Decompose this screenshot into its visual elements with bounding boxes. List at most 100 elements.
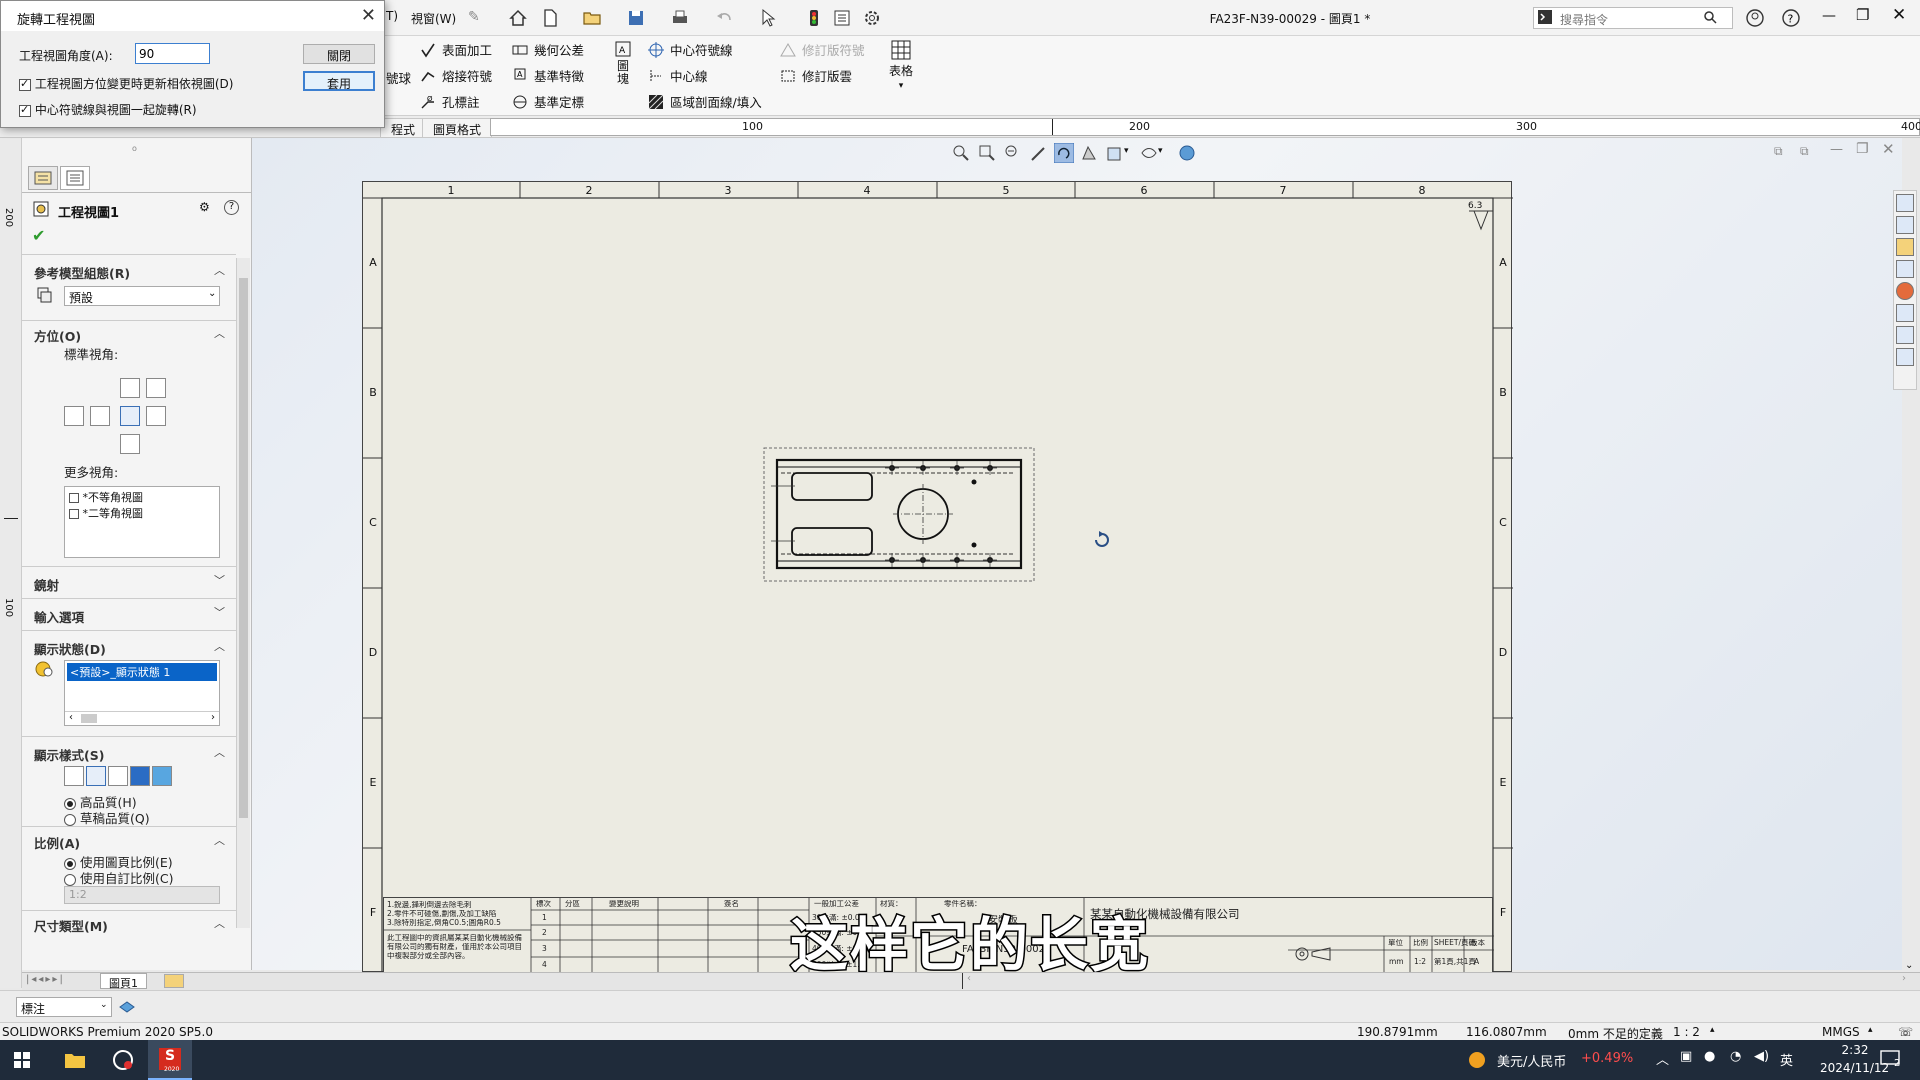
traffic-light-icon[interactable]	[804, 8, 824, 28]
update-dependent-views-option[interactable]: 工程視圖方位變更時更新相依視圖(D)	[19, 75, 233, 92]
file-properties-icon[interactable]	[832, 8, 852, 28]
chevron-down-icon[interactable]: ⌄	[208, 288, 216, 299]
search-icon[interactable]	[1703, 10, 1717, 24]
section-orientation[interactable]: 方位(O)	[34, 326, 81, 345]
scroll-left-icon[interactable]: ‹	[967, 973, 971, 984]
appearances-icon[interactable]	[1896, 282, 1914, 300]
restore-icon[interactable]: ❐	[1856, 6, 1869, 24]
tab-sheet-format[interactable]: 圖頁格式	[422, 118, 493, 137]
zoom-to-fit-icon[interactable]	[952, 144, 970, 162]
scale-custom-option[interactable]: 使用自訂比例(C)	[64, 868, 173, 887]
tile-left-icon[interactable]: ⧉	[1774, 144, 1783, 159]
collapse-icon[interactable]: ︿	[214, 915, 225, 931]
currency-pair[interactable]: 美元/人民币	[1497, 1051, 1566, 1070]
section-mirror[interactable]: 鏡射	[34, 575, 59, 594]
ok-checkmark-icon[interactable]: ✔	[32, 226, 45, 245]
view-current-button[interactable]	[120, 406, 140, 426]
checkbox[interactable]	[69, 509, 79, 519]
pin-icon[interactable]: ✎	[468, 9, 480, 25]
ribbon-area-hatch[interactable]: 區域剖面線/填入	[648, 92, 762, 111]
new-document-icon[interactable]	[540, 8, 560, 28]
view-top-button[interactable]	[90, 406, 110, 426]
minimize-icon[interactable]: —	[1822, 8, 1836, 24]
rotate-center-marks-option[interactable]: 中心符號線與視圖一起旋轉(R)	[19, 101, 197, 118]
config-select[interactable]: 預設	[64, 286, 220, 306]
ribbon-hole-callout[interactable]: Ø 孔標註	[420, 92, 480, 111]
chat-icon[interactable]	[1896, 348, 1914, 366]
checkbox[interactable]	[69, 493, 79, 503]
wifi-icon[interactable]: ◔	[1730, 1049, 1741, 1064]
select-arrow-icon[interactable]	[758, 8, 778, 28]
chevron-down-icon[interactable]: ▾	[1124, 146, 1129, 156]
collapse-icon[interactable]: ︿	[214, 325, 225, 341]
ribbon-geometric-tolerance[interactable]: 幾何公差	[512, 40, 584, 59]
detailed-preview-icon[interactable]: ⚙	[199, 200, 210, 214]
undo-icon[interactable]	[714, 8, 734, 28]
file-explorer-icon[interactable]	[1896, 238, 1914, 256]
checkbox[interactable]	[19, 103, 31, 117]
shaded-style-button[interactable]	[152, 766, 172, 786]
custom-properties-icon[interactable]	[1896, 304, 1914, 322]
unit-system[interactable]: MMGS	[1822, 1025, 1860, 1039]
user-account-icon[interactable]	[1745, 8, 1765, 28]
sheet-scale[interactable]: 1 : 2	[1673, 1025, 1700, 1039]
chevron-down-icon[interactable]: ▾	[1158, 146, 1163, 156]
ribbon-datum-target[interactable]: 基準定標	[512, 92, 584, 111]
scroll-down-icon[interactable]: ⌄	[1905, 960, 1913, 971]
settings-gear-icon[interactable]	[862, 8, 882, 28]
property-manager-tab[interactable]	[60, 166, 90, 190]
view-orientation-icon[interactable]	[1106, 144, 1124, 162]
minimize-document-icon[interactable]: —	[1830, 142, 1843, 157]
collapse-icon[interactable]: ︿	[214, 638, 225, 654]
zoom-area-icon[interactable]	[978, 144, 996, 162]
ribbon-balloon-cut[interactable]: 號球	[386, 68, 411, 87]
save-icon[interactable]	[626, 8, 646, 28]
view-left-button[interactable]	[64, 406, 84, 426]
expand-icon[interactable]: ﹀	[214, 572, 225, 588]
section-display-style[interactable]: 顯示樣式(S)	[34, 745, 104, 764]
view-palette-icon[interactable]	[1896, 260, 1914, 278]
clock-time[interactable]: 2:32	[1822, 1043, 1888, 1057]
open-folder-icon[interactable]	[582, 8, 602, 28]
close-window-icon[interactable]: ✕	[1892, 5, 1906, 25]
section-scale[interactable]: 比例(A)	[34, 833, 80, 852]
collapse-icon[interactable]: ︿	[214, 262, 225, 278]
angle-input[interactable]	[135, 43, 210, 64]
design-library-icon[interactable]	[1896, 216, 1914, 234]
table-dropdown-icon[interactable]: ▾	[888, 81, 914, 91]
display-state-item[interactable]: <預設>_顯示狀態 1	[67, 663, 217, 681]
restore-document-icon[interactable]: ❐	[1856, 141, 1869, 157]
expand-icon[interactable]: ﹀	[214, 604, 225, 620]
section-import-options[interactable]: 輸入選項	[34, 607, 84, 626]
stock-widget-icon[interactable]	[1467, 1050, 1487, 1070]
checkbox[interactable]	[19, 77, 31, 91]
file-explorer-icon[interactable]	[64, 1050, 86, 1070]
list-item[interactable]: *不等角視圖	[83, 491, 144, 504]
menu-window[interactable]: 視窗(W)	[411, 10, 456, 27]
tab-splitter[interactable]	[962, 973, 963, 989]
quick-tips-icon[interactable]: ☏	[1898, 1025, 1913, 1039]
section-ref-config[interactable]: 參考模型組態(R)	[34, 263, 130, 282]
volume-icon[interactable]: ◀)	[1754, 1049, 1769, 1064]
shaded-edges-style-button[interactable]	[130, 766, 150, 786]
windows-start-icon[interactable]	[14, 1052, 30, 1068]
home-icon[interactable]	[508, 8, 528, 28]
microphone-icon[interactable]: ●	[1704, 1049, 1715, 1064]
menu-cut[interactable]: T)	[386, 9, 398, 23]
ribbon-revision-symbol[interactable]: 修訂版符號	[780, 40, 865, 59]
hidden-visible-style-button[interactable]	[86, 766, 106, 786]
custom-scale-select[interactable]: 1:2	[64, 886, 220, 904]
panel-grip[interactable]: o	[132, 144, 137, 153]
radio-button[interactable]	[64, 813, 76, 826]
hide-show-items-icon[interactable]	[1140, 144, 1158, 162]
help-icon[interactable]: ?	[224, 200, 239, 215]
ribbon-weld-symbol[interactable]: 熔接符號	[420, 66, 492, 85]
view-right-button[interactable]	[146, 406, 166, 426]
solidworks-taskbar-button[interactable]: S 2020	[148, 1040, 192, 1080]
display-state-list[interactable]: <預設>_顯示狀態 1 ‹ ›	[64, 660, 220, 726]
panel-scrollbar[interactable]	[236, 258, 250, 928]
chevron-up-icon[interactable]: ▴	[1868, 1025, 1873, 1035]
screen-recorder-icon[interactable]	[112, 1049, 134, 1071]
quality-draft-option[interactable]: 草稿品質(Q)	[64, 808, 150, 827]
pan-icon[interactable]	[1080, 144, 1098, 162]
